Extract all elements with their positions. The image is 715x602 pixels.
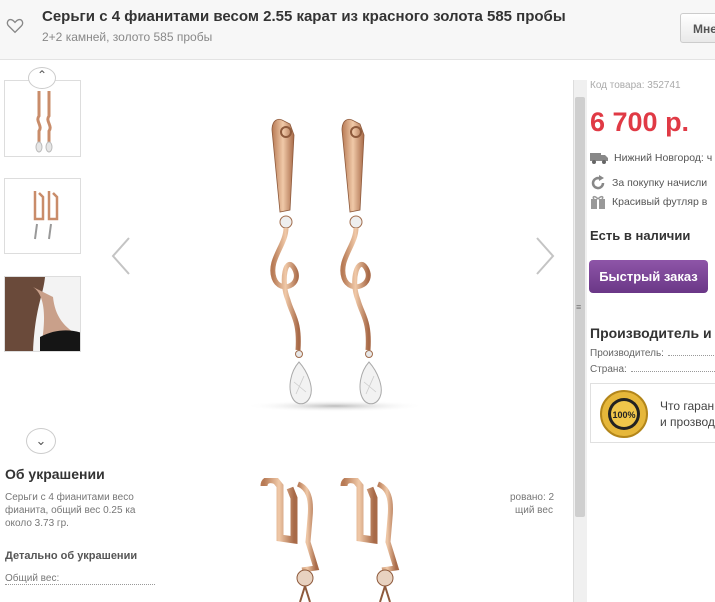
chevron-right-icon[interactable] [534,236,556,276]
about-text-line2: фианита, общий вес 0.25 ка [5,505,136,516]
about-text-line2-right: щий вес [515,505,553,516]
gift-text: Красивый футляр в [612,195,708,208]
thumbnail-3[interactable] [4,276,81,352]
maker-title: Производитель и [590,325,712,341]
country-row: Страна: [590,364,715,375]
gift-row: Красивый футляр в [590,195,707,209]
delivery-text: Нижний Новгород: ч [614,152,713,164]
producer-label: Производитель: [590,348,664,359]
quick-order-button[interactable]: Быстрый заказ [589,260,708,293]
chevron-up-icon: ⌃ [36,68,48,82]
product-title: Серьги с 4 фианитами весом 2.55 карат из… [42,8,566,25]
product-sku: Код товара: 352741 [590,80,681,91]
secondary-product-image[interactable] [250,478,420,602]
thumbnails-down-button[interactable]: ⌄ [26,428,56,454]
main-product-image[interactable] [230,110,440,420]
thumbnail-model-image [5,277,80,351]
product-price: 6 700 р. [590,107,690,137]
grip-icon: ≡ [576,302,582,312]
bonus-row: За покупку начисли [590,175,707,191]
heart-icon[interactable] [6,17,24,35]
guarantee-badge-icon: 100% [600,390,648,438]
right-earring [340,118,382,405]
detail-title: Детально об украшении [5,550,138,562]
truck-icon [590,153,608,165]
thumbnails-up-button[interactable]: ⌃ [28,67,56,89]
gift-icon [591,195,605,209]
delivery-row: Нижний Новгород: ч [590,152,713,165]
svg-text:100%: 100% [612,410,635,420]
bonus-text: За покупку начисли [612,176,708,189]
left-earring [270,118,312,405]
refresh-icon [591,175,605,190]
about-title: Об украшении [5,466,105,482]
menu-button[interactable]: Мне [680,13,715,43]
guarantee-text: Что гаран и прозвод [660,398,715,430]
country-label: Страна: [590,364,627,375]
about-text-line1-right: ровано: 2 [510,492,555,503]
thumbnail-1[interactable] [4,80,81,157]
page-header: Серьги с 4 фианитами весом 2.55 карат из… [0,0,715,60]
weight-label: Общий вес: [5,573,60,584]
thumbnail-earring-closeup-image [33,191,59,240]
product-subtitle: 2+2 камней, золото 585 пробы [42,30,213,44]
stock-status: Есть в наличии [590,228,691,243]
about-text-line1: Серьги с 4 фианитами весо [5,492,134,503]
thumbnail-earring-image [35,91,53,153]
thumbnail-2[interactable] [4,178,81,254]
guarantee-line2: и прозвод [660,415,715,429]
guarantee-line1: Что гаран [660,399,715,413]
chevron-left-icon[interactable] [110,236,132,276]
producer-row: Производитель: [590,348,715,359]
chevron-down-icon: ⌄ [35,433,47,448]
weight-row: Общий вес: [5,573,155,585]
